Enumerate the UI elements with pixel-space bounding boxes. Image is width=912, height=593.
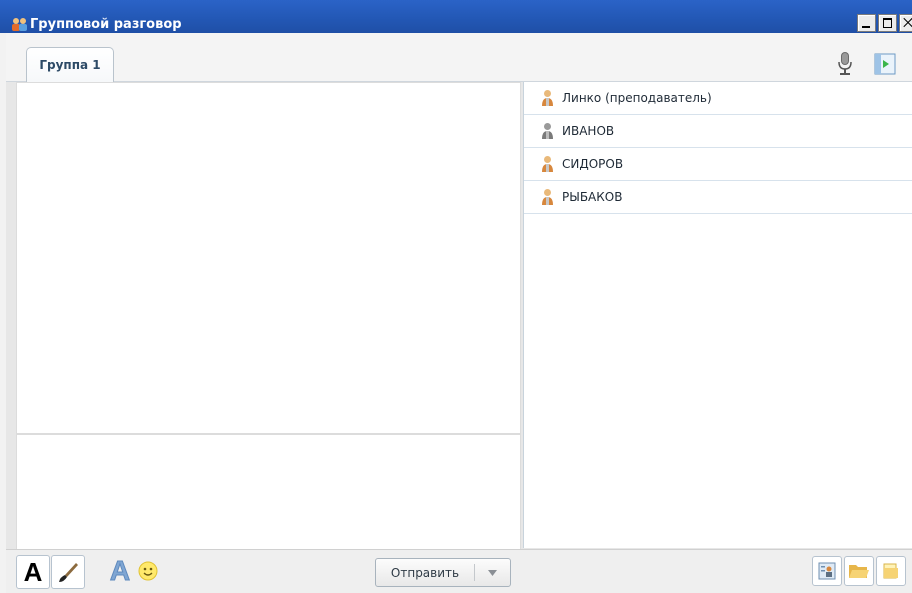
user-icon (542, 156, 553, 172)
chat-history[interactable] (16, 82, 521, 434)
title-bar[interactable]: Групповой разговор (0, 0, 912, 33)
user-card-icon (818, 562, 836, 580)
exit-icon[interactable] (874, 53, 896, 75)
folder-icon (883, 563, 898, 579)
user-icon (542, 123, 553, 139)
folder-button[interactable] (876, 556, 906, 586)
microphone-icon[interactable] (836, 51, 854, 77)
open-folder-icon (849, 565, 869, 578)
window-title: Групповой разговор (30, 17, 182, 32)
brush-icon (59, 563, 78, 582)
text-style-icon: A (109, 555, 131, 586)
maximize-icon[interactable] (878, 14, 897, 32)
main-content: Линко (преподаватель) ИВАНОВ СИДОРОВ РЫБ… (6, 82, 912, 593)
participants-list: Линко (преподаватель) ИВАНОВ СИДОРОВ РЫБ… (523, 82, 912, 548)
participant-row[interactable]: Линко (преподаватель) (524, 82, 912, 115)
window-controls (857, 14, 912, 32)
participant-row[interactable]: РЫБАКОВ (524, 181, 912, 214)
right-tools (812, 556, 906, 586)
bottom-toolbar: A A Отправить (6, 549, 912, 593)
group-chat-icon (12, 18, 27, 31)
participant-name: РЫБАКОВ (562, 190, 623, 204)
send-options-button[interactable] (475, 559, 509, 586)
close-icon[interactable] (899, 14, 912, 32)
participant-name: ИВАНОВ (562, 124, 615, 138)
participant-row[interactable]: СИДОРОВ (524, 148, 912, 181)
font-button[interactable]: A (16, 555, 50, 589)
tab-group-1[interactable]: Группа 1 (26, 47, 114, 82)
font-icon: A (23, 557, 43, 587)
send-button-label: Отправить (390, 565, 460, 580)
chevron-down-icon (487, 569, 497, 576)
user-icon (542, 189, 553, 205)
open-folder-button[interactable] (844, 556, 874, 586)
send-button[interactable]: Отправить (375, 558, 511, 587)
participant-name: Линко (преподаватель) (562, 91, 712, 105)
smiley-button[interactable] (132, 555, 164, 587)
participant-name: СИДОРОВ (562, 157, 624, 171)
user-card-button[interactable] (812, 556, 842, 586)
participant-row[interactable]: ИВАНОВ (524, 115, 912, 148)
group-chat-window: Групповой разговор Группа 1 Линко (препо… (0, 0, 912, 593)
minimize-icon[interactable] (857, 14, 876, 32)
tab-tools (836, 51, 896, 77)
brush-button[interactable] (51, 555, 85, 589)
user-icon (542, 90, 553, 106)
smiley-icon (138, 561, 158, 581)
tab-strip: Группа 1 (6, 33, 912, 82)
message-input[interactable] (16, 434, 521, 550)
tab-label: Группа 1 (39, 58, 101, 72)
